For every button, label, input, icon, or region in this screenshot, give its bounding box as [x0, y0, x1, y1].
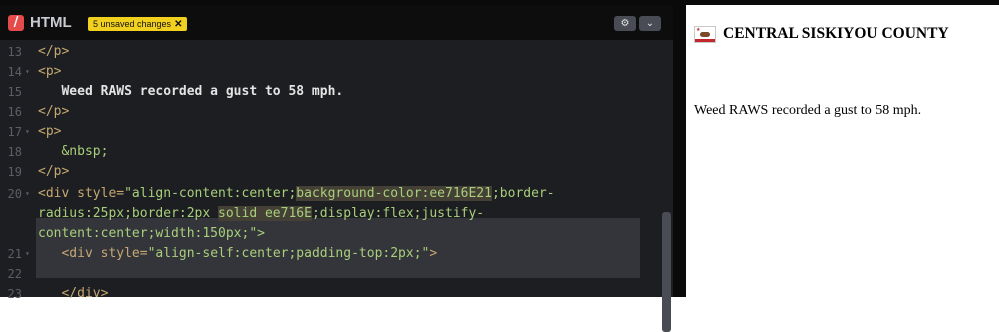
code-text: <p>	[38, 124, 62, 139]
code-text: </div>	[38, 286, 109, 301]
attr-value: "align-content:center;	[124, 186, 297, 201]
line-number: 19	[7, 165, 22, 179]
chevron-down-icon: ⌄	[645, 18, 655, 29]
attr-name: style=	[100, 246, 148, 261]
code-line-wrap: radius:25px;border:2px solid ee716E;disp…	[0, 204, 673, 224]
tag-open: <div	[38, 246, 101, 261]
pane-resize-handle[interactable]	[673, 5, 686, 297]
code-text: content:center;width:150px;">	[38, 226, 265, 241]
settings-gear-button[interactable]: ⚙	[614, 16, 636, 31]
close-icon[interactable]: ✕	[174, 19, 182, 30]
fold-arrow-icon[interactable]: ▾	[25, 244, 30, 264]
attr-value: ;display:flex;justify-	[311, 206, 485, 221]
collapse-editor-button[interactable]: ⌄	[639, 16, 661, 31]
attr-name: style=	[69, 186, 125, 201]
code-line: 17 ▾ <p>	[0, 122, 673, 142]
code-text: </p>	[38, 44, 70, 59]
code-text: &nbsp;	[38, 144, 109, 159]
line-number: 17	[7, 125, 22, 139]
attr-value: "align-self:center;padding-top:2px;"	[147, 246, 430, 261]
code-line: 15 Weed RAWS recorded a gust to 58 mph.	[0, 82, 673, 102]
attr-value-highlight: solid ee716E	[218, 206, 312, 221]
code-line: 18 &nbsp;	[0, 142, 673, 162]
attr-value: ;border-	[491, 186, 555, 201]
fold-arrow-icon[interactable]: ▾	[25, 184, 30, 204]
html-logo-icon: /	[8, 15, 24, 31]
attr-value: radius:25px;border:2px	[38, 206, 219, 221]
unsaved-changes-badge[interactable]: 5 unsaved changes ✕	[88, 17, 188, 31]
line-number: 21	[7, 247, 22, 261]
line-number: 20	[7, 187, 22, 201]
code-line: 23 </div>	[0, 284, 673, 304]
code-text: radius:25px;border:2px solid ee716E;disp…	[38, 204, 484, 224]
line-number: 14	[7, 65, 22, 79]
editor-scrollbar[interactable]	[662, 212, 671, 332]
attr-value-highlight: background-color:ee716E21	[296, 186, 492, 201]
code-line: 19 </p>	[0, 162, 673, 182]
code-text: <p>	[38, 64, 62, 79]
editor-header: / HTML 5 unsaved changes ✕ ⚙ ⌄	[0, 5, 673, 40]
california-flag-icon: ★	[694, 26, 716, 43]
line-number: 15	[7, 85, 22, 99]
code-line: 16 </p>	[0, 102, 673, 122]
fold-arrow-icon[interactable]: ▾	[25, 62, 30, 82]
code-line: 21 ▾ <div style="align-self:center;paddi…	[0, 244, 673, 264]
editor-title: HTML	[30, 14, 72, 31]
code-area[interactable]: 13 </p> 14 ▾ <p> 15 Weed RAWS recorded a…	[0, 40, 673, 332]
tag-open: <div	[38, 186, 70, 201]
gear-icon: ⚙	[620, 18, 630, 29]
code-text: <div style="align-self:center;padding-to…	[38, 244, 437, 264]
county-heading: CENTRAL SISKIYOU COUNTY	[723, 25, 949, 42]
code-line-active: 20 ▾ <div style="align-content:center;ba…	[0, 184, 673, 204]
line-number: 16	[7, 105, 22, 119]
tag-close: >	[429, 246, 438, 261]
html-editor-panel: / HTML 5 unsaved changes ✕ ⚙ ⌄ 13 </p> 14…	[0, 5, 673, 332]
code-text: <div style="align-content:center;backgro…	[38, 184, 555, 204]
line-number: 18	[7, 145, 22, 159]
unsaved-changes-label: 5 unsaved changes	[93, 19, 172, 29]
line-number: 23	[7, 287, 22, 301]
code-line: 22	[0, 264, 673, 284]
preview-paragraph: Weed RAWS recorded a gust to 58 mph.	[694, 103, 922, 118]
code-line: 13 </p>	[0, 42, 673, 62]
fold-arrow-icon[interactable]: ▾	[25, 122, 30, 142]
code-text: </p>	[38, 104, 70, 119]
preview-pane: ★ CENTRAL SISKIYOU COUNTY Weed RAWS reco…	[686, 5, 999, 297]
line-number: 22	[7, 267, 22, 281]
code-text: </p>	[38, 164, 70, 179]
code-text: Weed RAWS recorded a gust to 58 mph.	[38, 84, 344, 99]
line-number: 13	[7, 45, 22, 59]
code-line: 14 ▾ <p>	[0, 62, 673, 82]
code-line-wrap: content:center;width:150px;">	[0, 224, 673, 244]
